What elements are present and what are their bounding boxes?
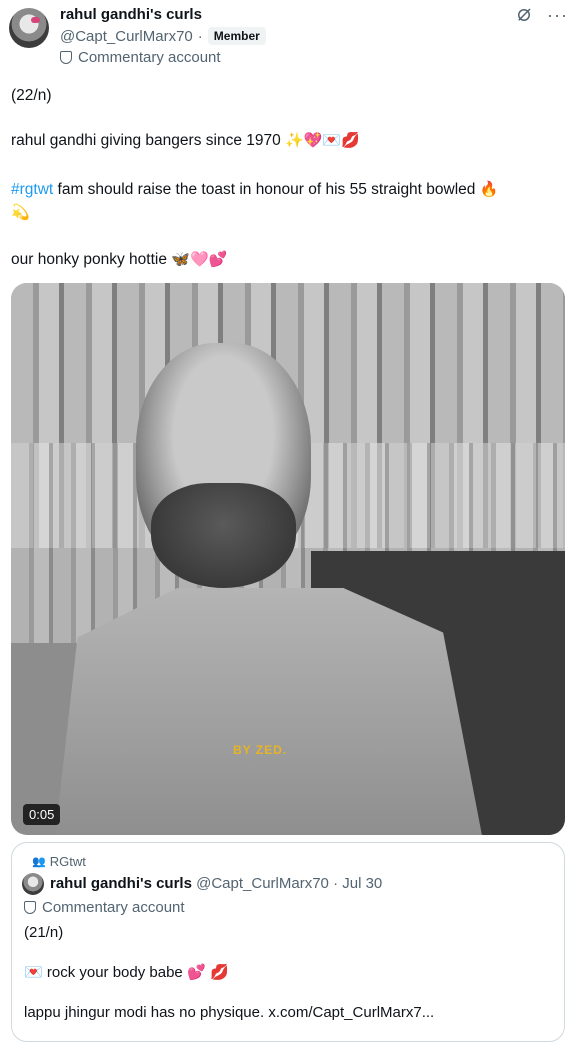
quoted-tweet[interactable]: 👥 RGtwt rahul gandhi's curls @Capt_CurlM… [11, 842, 565, 1042]
tweet-line-4-text: our honky ponky hottie [11, 251, 167, 268]
quote-header: rahul gandhi's curls @Capt_CurlMarx70 · … [50, 875, 382, 892]
more-icon[interactable]: ··· [547, 6, 568, 24]
quote-line-1: (21/n) [24, 924, 64, 941]
tweet-line-3b: 💫 [11, 203, 30, 222]
tweet-line-4: our honky ponky hottie 🦋🩷💕 [11, 250, 227, 269]
butterfly-heart-emoji: 🦋🩷💕 [171, 250, 228, 268]
fire-emoji: 🔥 [479, 180, 499, 198]
author-name[interactable]: rahul gandhi's curls [60, 6, 202, 23]
people-icon: 👥 [32, 856, 46, 868]
community-name[interactable]: RGtwt [50, 854, 86, 869]
commentary-label: Commentary account [60, 49, 221, 66]
grok-icon[interactable] [515, 6, 533, 24]
person-beard [151, 483, 296, 588]
tweet-line-2-text: rahul gandhi giving bangers since 1970 [11, 132, 281, 149]
quote-commentary-text: Commentary account [42, 899, 185, 916]
tweet-line-1: (22/n) [11, 87, 52, 104]
quote-line-3: lappu jhingur modi has no physique. x.co… [24, 1004, 435, 1021]
quote-author-name[interactable]: rahul gandhi's curls [50, 875, 192, 892]
tweet-line-3: #rgtwt fam should raise the toast in hon… [11, 180, 498, 199]
community-label[interactable]: 👥 RGtwt [32, 854, 86, 869]
quote-line-2: 💌 rock your body babe 💕 💋 [24, 963, 229, 981]
quote-date[interactable]: · Jul 30 [333, 875, 382, 892]
top-actions: ··· [515, 6, 568, 24]
author-avatar[interactable] [9, 8, 49, 48]
author-handle[interactable]: @Capt_CurlMarx70 [60, 28, 193, 45]
quote-avatar[interactable] [22, 873, 44, 895]
quote-line-2-text: rock your body babe [42, 964, 187, 981]
separator: · [197, 27, 203, 45]
video-duration: 0:05 [23, 804, 61, 825]
shield-icon [60, 51, 72, 64]
commentary-text: Commentary account [78, 49, 221, 66]
member-badge[interactable]: Member [207, 27, 266, 45]
quote-commentary-label: Commentary account [24, 899, 185, 916]
video-watermark: BY ZED. [233, 743, 288, 757]
hashtag-link[interactable]: #rgtwt [11, 181, 53, 198]
video-player[interactable]: BY ZED. 0:05 [11, 283, 565, 835]
tweet-line-3-text: fam should raise the toast in honour of … [53, 181, 480, 198]
tweet-line-2: rahul gandhi giving bangers since 1970 ✨… [11, 131, 360, 150]
hearts-kiss-emoji: 💕 💋 [186, 963, 230, 981]
dizzy-emoji: 💫 [11, 203, 30, 221]
love-letter-emoji: 💌 [24, 963, 43, 981]
shield-icon [24, 901, 36, 914]
sparkle-heart-emoji: ✨💖💌💋 [285, 131, 360, 149]
quote-author-handle[interactable]: @Capt_CurlMarx70 [196, 875, 329, 892]
author-handle-row: @Capt_CurlMarx70 · Member [60, 27, 266, 45]
